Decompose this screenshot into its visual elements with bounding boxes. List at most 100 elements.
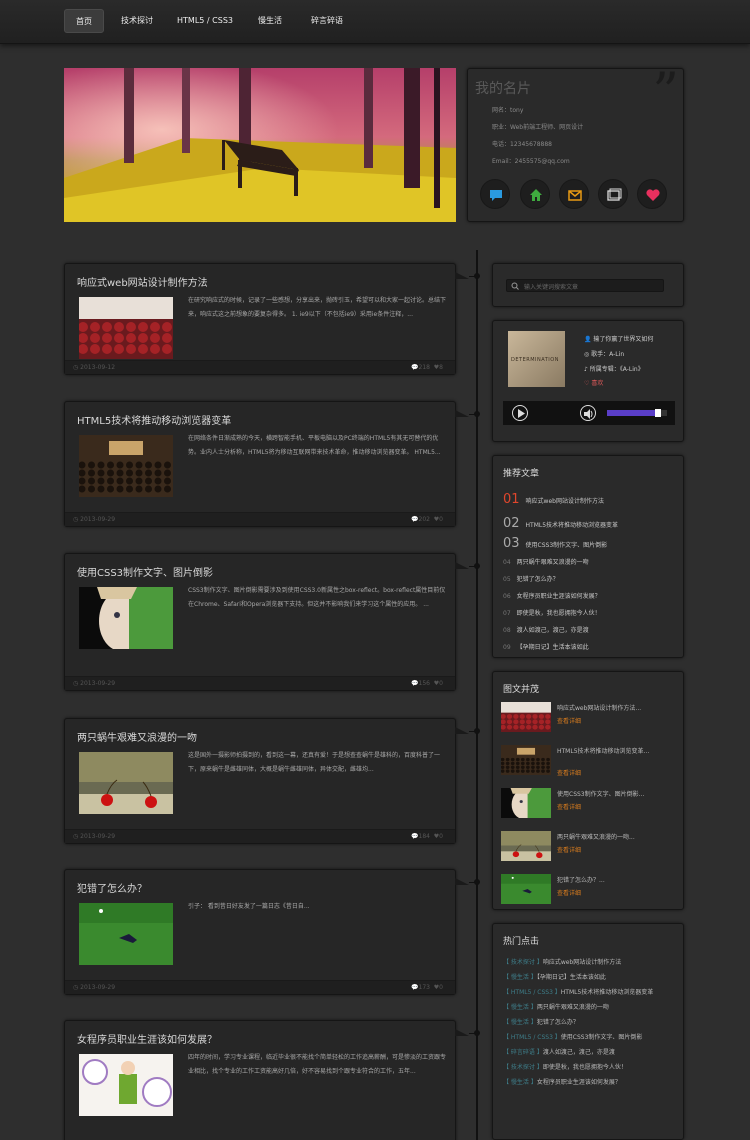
post-excerpt: 这是国外一摄影师拍摄到的，看到这一幕，还真有爱！于是想查查蜗牛是雄科的，百度科普… [188,752,441,773]
picture-article-item[interactable]: HTML5技术将推动移动浏览变革... 查看详细 [501,745,676,779]
post-title[interactable]: 使用CSS3制作文字、图片倒影 [77,564,213,579]
recommend-item[interactable]: 02 HTML5技术将推动移动浏览器变革 [503,516,618,531]
picture-article-thumbnail[interactable] [501,874,551,904]
picture-article-title[interactable]: 使用CSS3制作文字、图片倒影... [557,790,675,799]
timeline-arrow [455,878,469,885]
search-input[interactable]: 输入关键词搜索文章 [506,279,664,292]
recommend-rank: 02 [503,516,520,531]
hot-click-item[interactable]: 【 碎言碎语 】渡人如渡己，渡己，亦是渡 [503,1047,615,1056]
hot-click-item[interactable]: 【 慢生活 】女程序员职业生涯该如何发展？ [503,1077,621,1086]
hot-click-category[interactable]: 【 碎言碎语 】 [503,1049,543,1056]
post-thumbnail[interactable] [79,903,173,965]
nav-item-essays[interactable]: 碎言碎语 [304,9,350,33]
play-button[interactable] [512,405,528,421]
hot-click-item[interactable]: 【 HTML5 / CSS3 】使用CSS3制作文字、图片倒影 [503,1032,642,1041]
nav-item-html5[interactable]: HTML5 / CSS3 [174,9,236,33]
hot-click-category[interactable]: 【 慢生活 】 [503,1004,537,1011]
hot-click-item[interactable]: 【 慢生活 】【孕期日记】生活本该如此 [503,972,606,981]
post-title[interactable]: 响应式web网站设计制作方法 [77,274,208,289]
picture-article-title[interactable]: 响应式web网站设计制作方法... [557,704,675,713]
post-comment-count: 184 [418,833,430,840]
post-title[interactable]: 女程序员职业生涯该如何发展？ [77,1031,217,1046]
post-thumbnail[interactable] [79,297,173,359]
nav-item-tech[interactable]: 技术探讨 [114,9,160,33]
hot-click-item[interactable]: 【 技术探讨 】响应式web网站设计制作方法 [503,957,621,966]
like-button[interactable]: ♡ 喜欢 [584,378,603,387]
post-thumbnail[interactable] [79,435,173,497]
post-thumbnail[interactable] [79,752,173,814]
picture-article-thumbnail[interactable] [501,745,551,775]
picture-article-title[interactable]: HTML5技术将推动移动浏览变革... [557,747,675,756]
social-heart-button[interactable] [637,179,667,209]
hot-click-label[interactable]: 即使是秋，我也愿拥抱今人伙！ [543,1064,627,1071]
hot-click-label[interactable]: HTML5技术将推动移动浏览器变革 [561,989,654,996]
like-label: 喜欢 [591,380,604,387]
picture-article-item[interactable]: 响应式web网站设计制作方法... 查看详细 [501,702,676,736]
hot-click-category[interactable]: 【 HTML5 / CSS3 】 [503,989,561,996]
recommend-item[interactable]: 07 即使是秋，我也愿拥抱今人伙！ [503,608,601,617]
picture-article-item[interactable]: 两只蜗牛艰难又浪漫的一吻... 查看详细 [501,831,676,865]
hot-click-item[interactable]: 【 慢生活 】犯错了怎么办？ [503,1017,579,1026]
view-detail-link[interactable]: 查看详细 [557,716,581,725]
recommend-label: 【孕期日记】生活本该如此 [516,644,589,651]
picture-article-item[interactable]: 犯错了怎么办？... 查看详细 [501,874,676,908]
post-title[interactable]: 两只蜗牛艰难又浪漫的一吻 [77,729,197,744]
hot-click-label[interactable]: 犯错了怎么办？ [537,1019,579,1026]
social-chat-button[interactable] [480,179,510,209]
picture-article-thumbnail[interactable] [501,702,551,732]
hot-click-label[interactable]: 使用CSS3制作文字、图片倒影 [561,1034,643,1041]
hot-click-item[interactable]: 【 技术探讨 】即使是秋，我也愿拥抱今人伙！ [503,1062,627,1071]
hot-click-label[interactable]: 【孕期日记】生活本该如此 [537,974,606,981]
volume-knob[interactable] [655,409,661,417]
view-detail-link[interactable]: 查看详细 [557,888,581,897]
hot-click-item[interactable]: 【 HTML5 / CSS3 】HTML5技术将推动移动浏览器变革 [503,987,653,996]
hot-click-category[interactable]: 【 技术探讨 】 [503,959,543,966]
social-mail-button[interactable] [559,179,589,209]
nav-item-slow-life[interactable]: 慢生活 [250,9,290,33]
hot-click-label[interactable]: 响应式web网站设计制作方法 [543,959,621,966]
timeline-arrow [455,562,469,569]
post-footer: ◷ 2013-09-29 💬156 ♥0 [65,676,455,690]
song-title: 输了你赢了世界又如何 [593,336,654,343]
hot-click-category[interactable]: 【 慢生活 】 [503,974,537,981]
clock-icon: ◷ [73,364,79,371]
mute-button[interactable] [580,405,596,421]
hot-click-label[interactable]: 两只蜗牛艰难又浪漫的一吻 [537,1004,609,1011]
volume-fill [607,410,658,416]
picture-article-title[interactable]: 两只蜗牛艰难又浪漫的一吻... [557,833,675,842]
nav-item-home[interactable]: 首页 [64,9,104,33]
hot-click-category[interactable]: 【 HTML5 / CSS3 】 [503,1034,561,1041]
picture-article-item[interactable]: 使用CSS3制作文字、图片倒影... 查看详细 [501,788,676,822]
social-home-button[interactable] [520,179,550,209]
view-detail-link[interactable]: 查看详细 [557,768,581,777]
recommend-item[interactable]: 05 犯错了怎么办？ [503,574,559,583]
picture-article-thumbnail[interactable] [501,788,551,818]
recommend-item[interactable]: 03 使用CSS3制作文字、图片倒影 [503,536,607,551]
hot-click-label[interactable]: 渡人如渡己，渡己，亦是渡 [543,1049,615,1056]
picture-article-thumbnail[interactable] [501,831,551,861]
post-thumbnail[interactable] [79,587,173,649]
recommend-item[interactable]: 06 女程序员职业生涯该如何发展？ [503,591,601,600]
post-title[interactable]: HTML5技术将推动移动浏览器变革 [77,412,231,427]
recommend-item[interactable]: 01 响应式web网站设计制作方法 [503,492,604,507]
clock-icon: ◷ [73,680,79,687]
comment-icon: 💬 [411,833,419,840]
recommend-item[interactable]: 09 【孕期日记】生活本该如此 [503,642,589,651]
hot-click-category[interactable]: 【 技术探讨 】 [503,1064,543,1071]
recommend-item[interactable]: 04 两只蜗牛艰难又浪漫的一吻 [503,557,589,566]
recommend-rank: 06 [503,593,511,600]
post-title[interactable]: 犯错了怎么办？ [77,880,147,895]
view-detail-link[interactable]: 查看详细 [557,802,581,811]
post-excerpt: 在网络条件日渐成熟的今天，横跨智能手机、平板电脑以及PC终端的HTML5有其无可… [188,435,441,456]
post-thumbnail[interactable] [79,1054,173,1116]
social-gallery-button[interactable] [598,179,628,209]
view-detail-link[interactable]: 查看详细 [557,845,581,854]
volume-slider[interactable] [607,409,667,417]
hot-click-item[interactable]: 【 慢生活 】两只蜗牛艰难又浪漫的一吻 [503,1002,609,1011]
picture-article-title[interactable]: 犯错了怎么办？... [557,876,675,885]
hot-click-label[interactable]: 女程序员职业生涯该如何发展？ [537,1079,621,1086]
heart-outline-icon: ♡ [584,380,590,387]
hot-click-category[interactable]: 【 慢生活 】 [503,1079,537,1086]
hot-click-category[interactable]: 【 慢生活 】 [503,1019,537,1026]
recommend-item[interactable]: 08 渡人如渡己，渡己，亦是渡 [503,625,589,634]
